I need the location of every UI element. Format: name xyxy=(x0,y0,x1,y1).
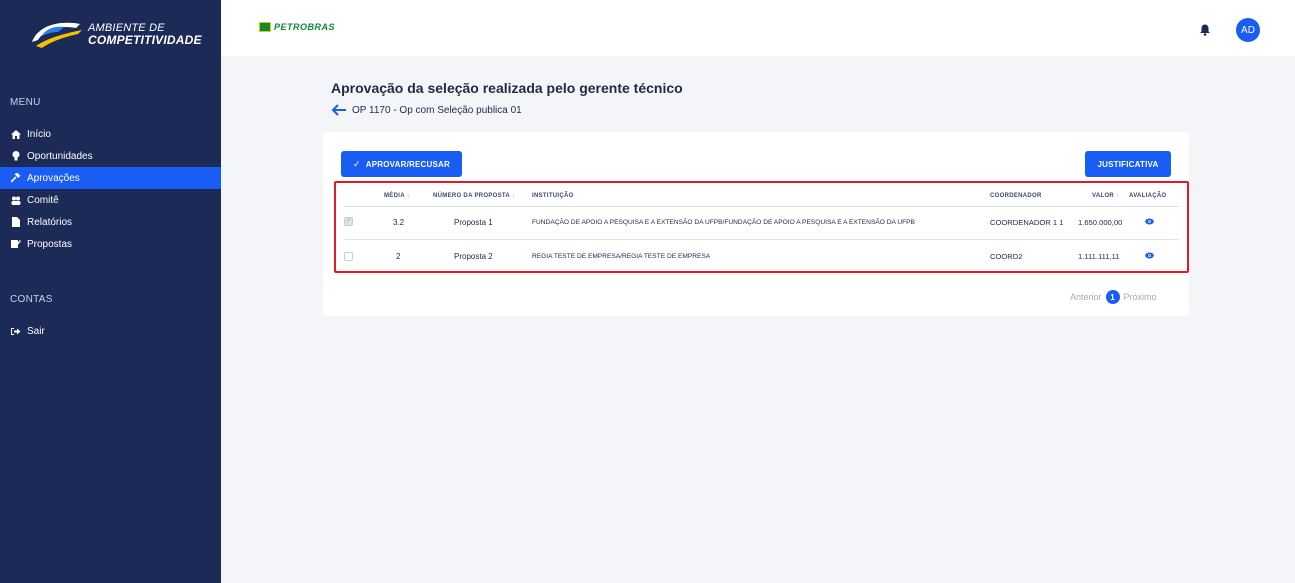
lightbulb-icon xyxy=(11,151,21,161)
accounts-menu: Sair xyxy=(0,320,221,342)
pagination-page-1[interactable]: 1 xyxy=(1105,290,1120,304)
proposals-table: MÉDIA ↕ NÚMERO DA PROPOSTA ↕ INSTITUIÇÃO… xyxy=(334,181,1189,273)
top-header: PETROBRAS AD xyxy=(221,0,1295,56)
sidebar-item-label: Comitê xyxy=(27,194,59,206)
approve-reject-label: APROVAR/RECUSAR xyxy=(365,159,450,169)
column-header-label: MÉDIA xyxy=(384,193,405,199)
sidebar-item-sair[interactable]: Sair xyxy=(0,320,221,342)
app-logo[interactable]: AMBIENTE DE COMPETITIVIDADE xyxy=(28,14,208,54)
column-header-label: COORDENADOR xyxy=(990,193,1042,199)
cell-coordenador: COORDENADOR 1 1 xyxy=(990,218,1064,227)
approve-reject-button[interactable]: ✓ APROVAR/RECUSAR xyxy=(341,151,462,177)
page-title: Aprovação da seleção realizada pelo gere… xyxy=(331,80,683,96)
brand-name: PETROBRAS xyxy=(274,22,336,32)
bell-icon[interactable] xyxy=(1199,24,1211,36)
sidebar: AMBIENTE DE COMPETITIVIDADE MENU Início … xyxy=(0,0,221,583)
logo-line2: COMPETITIVIDADE xyxy=(88,32,202,47)
logo-swoosh-icon xyxy=(32,22,82,48)
logo-text: AMBIENTE DE COMPETITIVIDADE xyxy=(88,21,202,47)
group-icon xyxy=(11,195,21,205)
sort-icon: ↕ xyxy=(1116,193,1120,199)
column-header-avaliacao: AVALIAÇÃO xyxy=(1129,193,1167,199)
row-checkbox[interactable] xyxy=(344,216,353,226)
column-header-proposta[interactable]: NÚMERO DA PROPOSTA ↕ xyxy=(433,193,515,199)
cell-proposta: Proposta 2 xyxy=(454,252,493,261)
pagination-next[interactable]: Próximo xyxy=(1124,292,1157,302)
sidebar-item-label: Oportunidades xyxy=(27,150,93,162)
column-header-label: INSTITUIÇÃO xyxy=(532,193,574,199)
column-header-media[interactable]: MÉDIA ↕ xyxy=(384,193,410,199)
menu-section-label: MENU xyxy=(10,97,41,108)
petrobras-badge-icon xyxy=(259,22,271,32)
sidebar-item-relatorios[interactable]: Relatórios xyxy=(0,211,221,233)
sidebar-item-oportunidades[interactable]: Oportunidades xyxy=(0,145,221,167)
back-arrow-icon[interactable] xyxy=(331,104,347,116)
brand-logo: PETROBRAS xyxy=(259,22,335,32)
eye-icon[interactable] xyxy=(1145,252,1154,259)
row-divider xyxy=(344,239,1179,240)
table-header: MÉDIA ↕ NÚMERO DA PROPOSTA ↕ INSTITUIÇÃO… xyxy=(336,193,1187,207)
check-icon: ✓ xyxy=(353,158,361,169)
logout-icon xyxy=(11,326,21,336)
cell-media: 2 xyxy=(396,252,401,261)
home-icon xyxy=(11,129,21,139)
breadcrumb: OP 1170 - Op com Seleção publica 01 xyxy=(331,104,522,116)
file-icon xyxy=(11,217,21,227)
user-avatar[interactable]: AD xyxy=(1236,18,1260,42)
breadcrumb-text: OP 1170 - Op com Seleção publica 01 xyxy=(352,104,522,116)
cell-valor: 1.650.000,00 xyxy=(1078,218,1123,227)
column-header-instituicao[interactable]: INSTITUIÇÃO xyxy=(532,193,574,199)
sort-icon: ↕ xyxy=(511,193,516,199)
sidebar-item-label: Propostas xyxy=(27,238,73,250)
column-header-valor[interactable]: VALOR ↕ xyxy=(1092,193,1119,199)
sidebar-item-label: Aprovações xyxy=(27,172,80,184)
sidebar-item-propostas[interactable]: Propostas xyxy=(0,233,221,255)
cell-instituicao: REGIA TESTE DE EMPRESA/REGIA TESTE DE EM… xyxy=(532,253,711,260)
sidebar-item-inicio[interactable]: Início xyxy=(0,123,221,145)
table-row[interactable]: 3.2 Proposta 1 FUNDAÇÃO DE APOIO A PESQU… xyxy=(336,208,1187,236)
row-checkbox[interactable] xyxy=(344,252,353,261)
approval-card: ✓ APROVAR/RECUSAR JUSTIFICATIVA MÉDIA ↕ … xyxy=(323,132,1189,316)
cell-instituicao: FUNDAÇÃO DE APOIO A PESQUISA E A EXTENSÃ… xyxy=(532,219,915,226)
accounts-section-label: CONTAS xyxy=(10,294,53,305)
logo-line1: AMBIENTE DE xyxy=(88,21,165,34)
sidebar-item-label: Início xyxy=(27,128,51,140)
sidebar-item-aprovacoes[interactable]: Aprovações xyxy=(0,167,221,189)
sidebar-menu: Início Oportunidades Aprovações Comitê R… xyxy=(0,123,221,255)
column-header-label: NÚMERO DA PROPOSTA xyxy=(433,193,510,199)
cell-coordenador: COORD2 xyxy=(990,252,1023,261)
cell-valor: 1.111.111,11 xyxy=(1078,252,1120,261)
cell-media: 3.2 xyxy=(393,218,405,227)
table-row[interactable]: 2 Proposta 2 REGIA TESTE DE EMPRESA/REGI… xyxy=(336,242,1187,270)
sidebar-item-comite[interactable]: Comitê xyxy=(0,189,221,211)
sidebar-item-label: Sair xyxy=(27,325,45,337)
column-header-label: VALOR xyxy=(1092,193,1115,199)
header-divider xyxy=(344,206,1179,207)
eye-icon[interactable] xyxy=(1145,218,1154,225)
column-header-coordenador[interactable]: COORDENADOR xyxy=(990,193,1042,199)
sort-icon: ↕ xyxy=(406,193,410,199)
sidebar-item-label: Relatórios xyxy=(27,216,73,228)
gavel-icon xyxy=(11,173,21,183)
cell-proposta: Proposta 1 xyxy=(454,218,493,227)
edit-icon xyxy=(11,239,21,249)
pagination-prev[interactable]: Anterior xyxy=(1070,292,1102,302)
justification-button[interactable]: JUSTIFICATIVA xyxy=(1085,151,1171,177)
pagination: Anterior 1 Próximo xyxy=(1070,290,1157,304)
